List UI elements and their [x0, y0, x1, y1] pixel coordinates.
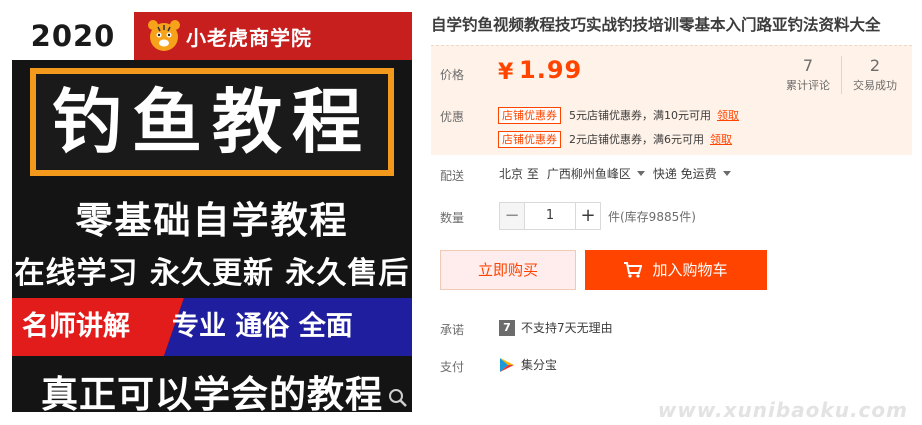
payment-method: 集分宝	[521, 358, 558, 372]
chevron-down-icon[interactable]	[636, 171, 645, 176]
chevron-down-icon[interactable]	[722, 171, 731, 176]
tagline-zero-basis: 零基础自学教程	[75, 199, 349, 242]
coupon-tag: 店铺优惠券	[498, 130, 561, 148]
tagline-online: 在线学习 永久更新 永久售后	[14, 256, 410, 291]
cart-icon	[624, 262, 643, 278]
buy-now-button[interactable]: 立即购买	[440, 250, 576, 290]
price-panel: 价格 ¥ 1.99 7 累计评论 2 交易成功 优惠 店铺优惠券 5元店铺优惠券…	[431, 45, 912, 155]
tiger-mascot-icon	[148, 20, 180, 51]
payment-label: 支付	[440, 360, 465, 374]
coupon-text: 2元店铺优惠券，满6元可用	[569, 133, 704, 146]
no-return-icon: 7	[499, 319, 515, 336]
shipping-label: 配送	[440, 169, 465, 183]
tagline-learnable: 真正可以学会的教程	[41, 373, 383, 412]
sales-label: 交易成功	[853, 79, 897, 92]
price-label: 价格	[440, 68, 465, 82]
price-value: 1.99	[519, 56, 583, 84]
product-title: 自学钓鱼视频教程技巧实战钓技培训零基本入门路亚钓法资料大全	[431, 16, 881, 34]
stock-count: 件(库存9885件)	[608, 209, 696, 224]
coupon-tag: 店铺优惠券	[498, 106, 561, 124]
quantity-stepper: − 1 + 件(库存9885件)	[499, 202, 696, 230]
brand-name: 小老虎商学院	[186, 26, 312, 50]
claim-coupon-link[interactable]: 领取	[717, 107, 739, 123]
promise-label: 承诺	[440, 323, 465, 337]
product-image[interactable]: 2020 小老虎商学院 钓鱼教程 零基础自学教程 在线学习 永久更新 永久售后 …	[12, 12, 412, 412]
shipping-info: 北京 至 广西柳州鱼峰区 快递 免运费	[499, 165, 739, 182]
review-count: 7	[802, 56, 814, 75]
sales-count: 2	[869, 56, 881, 75]
payment-info: 集分宝	[499, 356, 557, 373]
shipping-method[interactable]: 快递 免运费	[653, 165, 717, 182]
coupon-row: 店铺优惠券 5元店铺优惠券，满10元可用 领取	[498, 105, 739, 125]
promo-label: 优惠	[440, 110, 465, 124]
watermark: www.xunibaoku.com	[657, 398, 908, 422]
decrease-button[interactable]: −	[499, 202, 525, 230]
quantity-label: 数量	[440, 211, 465, 225]
add-to-cart-label: 加入购物车	[652, 261, 728, 279]
add-to-cart-button[interactable]: 加入购物车	[585, 250, 767, 290]
banner-teacher: 名师讲解	[22, 311, 130, 342]
shipping-from: 北京 至	[499, 167, 539, 181]
jifenbao-icon	[500, 357, 514, 372]
promise-info: 7 不支持7天无理由	[499, 319, 613, 336]
banner-features: 专业 通俗 全面	[172, 311, 353, 342]
year-badge: 2020	[12, 12, 134, 60]
headline-frame: 钓鱼教程	[30, 68, 394, 176]
headline: 钓鱼教程	[52, 81, 372, 163]
stat-sales[interactable]: 2 交易成功	[842, 50, 908, 100]
coupon-text: 5元店铺优惠券，满10元可用	[569, 109, 711, 122]
claim-coupon-link[interactable]: 领取	[710, 131, 732, 147]
quantity-input[interactable]: 1	[525, 202, 575, 230]
magnifier-icon[interactable]	[386, 386, 410, 410]
shipping-destination[interactable]: 广西柳州鱼峰区	[547, 165, 631, 182]
review-label: 累计评论	[786, 79, 830, 92]
increase-button[interactable]: +	[575, 202, 601, 230]
coupon-row: 店铺优惠券 2元店铺优惠券，满6元可用 领取	[498, 129, 732, 149]
promise-text: 不支持7天无理由	[521, 321, 613, 335]
price-currency: ¥	[498, 60, 514, 85]
stat-reviews[interactable]: 7 累计评论	[775, 50, 841, 100]
promo-banner: 名师讲解 专业 通俗 全面	[12, 298, 412, 356]
